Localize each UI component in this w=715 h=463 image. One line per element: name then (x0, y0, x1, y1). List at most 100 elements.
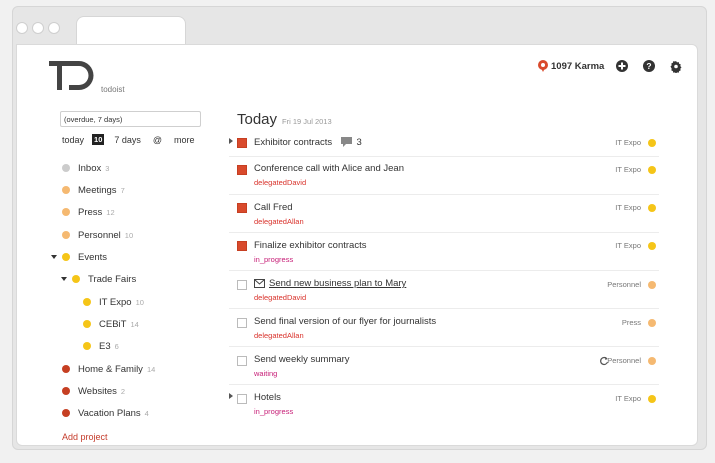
close-window-dot[interactable] (16, 22, 28, 34)
labels-at-link[interactable]: @ (153, 135, 162, 145)
task-project-name[interactable]: IT Expo (615, 138, 641, 147)
project-name: Inbox (78, 162, 102, 174)
project-item-personnel[interactable]: Personnel 10 (62, 228, 133, 242)
task-checkbox[interactable] (237, 203, 247, 213)
task-label[interactable]: delegatedAllan (254, 217, 304, 226)
svg-text:?: ? (646, 61, 651, 71)
collapse-arrow-icon[interactable] (61, 277, 67, 281)
task-project-name[interactable]: Personnel (607, 356, 641, 365)
project-name: IT Expo (99, 296, 132, 308)
task-label[interactable]: delegatedDavid (254, 293, 306, 302)
project-item-it-expo[interactable]: IT Expo 10 (83, 295, 144, 309)
task-content[interactable]: Send final version of our flyer for jour… (254, 316, 436, 327)
task-row[interactable]: Hotels in_progress IT Expo (229, 385, 659, 421)
task-content[interactable]: Send new business plan to Mary (254, 278, 406, 289)
task-row[interactable]: Finalize exhibitor contracts in_progress… (229, 233, 659, 271)
todoist-logo-icon (49, 61, 94, 90)
project-item-home-family[interactable]: Home & Family 14 (62, 362, 155, 376)
task-project-dot (648, 357, 656, 365)
project-item-cebit[interactable]: CEBiT 14 (83, 317, 139, 331)
task-project-name[interactable]: Personnel (607, 280, 641, 289)
task-checkbox[interactable] (237, 318, 247, 328)
seven-days-link[interactable]: 7 days (114, 135, 141, 145)
task-label[interactable]: delegatedDavid (254, 178, 306, 187)
project-item-websites[interactable]: Websites 2 (62, 384, 125, 398)
task-content[interactable]: Send weekly summary (254, 354, 350, 365)
project-name: Trade Fairs (88, 273, 137, 285)
task-checkbox[interactable] (237, 356, 247, 366)
task-content[interactable]: Call Fred (254, 202, 293, 213)
task-project-name[interactable]: IT Expo (615, 165, 641, 174)
project-name: Events (78, 251, 108, 263)
comment-count: 3 (356, 137, 362, 148)
expand-arrow-icon[interactable] (229, 393, 233, 399)
task-content[interactable]: Finalize exhibitor contracts (254, 240, 366, 251)
task-content[interactable]: Conference call with Alice and Jean (254, 163, 404, 174)
today-link[interactable]: today (62, 135, 84, 145)
project-item-meetings[interactable]: Meetings 7 (62, 183, 125, 197)
browser-tab[interactable] (76, 16, 186, 46)
project-color-dot (62, 409, 70, 417)
task-row[interactable]: Exhibitor contracts 3 IT Expo (229, 131, 659, 157)
project-count: 10 (135, 297, 144, 307)
task-row[interactable]: Call Fred delegatedAllan IT Expo (229, 195, 659, 233)
project-count: 14 (130, 319, 139, 329)
app-window: todoist 1097 Karma ? today 10 7 days @ m… (16, 44, 698, 446)
task-row[interactable]: Send final version of our flyer for jour… (229, 309, 659, 347)
task-label[interactable]: in_progress (254, 407, 293, 416)
project-color-dot (62, 164, 70, 172)
window-controls (16, 22, 60, 34)
task-label[interactable]: waiting (254, 369, 277, 378)
settings-gear-icon[interactable] (670, 60, 682, 73)
karma-text: 1097 Karma (551, 60, 605, 72)
project-count: 14 (146, 364, 156, 374)
today-count-badge: 10 (92, 134, 105, 145)
add-project-link[interactable]: Add project (62, 432, 108, 442)
collapse-arrow-icon[interactable] (51, 255, 57, 259)
project-item-press[interactable]: Press 12 (62, 205, 115, 219)
project-item-inbox[interactable]: Inbox 3 (62, 161, 109, 175)
project-count: 2 (120, 386, 126, 396)
comment-icon[interactable] (340, 137, 352, 148)
project-item-trade-fairs[interactable]: Trade Fairs (72, 272, 136, 286)
task-label[interactable]: in_progress (254, 255, 293, 264)
task-row[interactable]: Send new business plan to Mary delegated… (229, 271, 659, 309)
task-project-name[interactable]: IT Expo (615, 203, 641, 212)
logo-text: todoist (101, 85, 125, 94)
add-icon[interactable] (616, 60, 628, 72)
task-checkbox[interactable] (237, 280, 247, 290)
task-project-name[interactable]: Press (622, 318, 641, 327)
project-name: Vacation Plans (78, 407, 141, 419)
task-checkbox[interactable] (237, 138, 247, 148)
project-item-e3[interactable]: E3 6 (83, 339, 119, 353)
expand-arrow-icon[interactable] (229, 138, 233, 144)
task-text[interactable]: Send new business plan to Mary (269, 278, 406, 289)
task-project-name[interactable]: IT Expo (615, 241, 641, 250)
minimize-window-dot[interactable] (32, 22, 44, 34)
task-checkbox[interactable] (237, 165, 247, 175)
karma-indicator[interactable]: 1097 Karma (538, 60, 604, 72)
page-title-text: Today (237, 111, 278, 128)
task-content[interactable]: Hotels (254, 392, 281, 403)
project-item-events[interactable]: Events (62, 250, 107, 264)
maximize-window-dot[interactable] (48, 22, 60, 34)
task-row[interactable]: Conference call with Alice and Jean dele… (229, 157, 659, 195)
help-icon[interactable]: ? (643, 60, 655, 72)
project-color-dot (62, 387, 70, 395)
task-project-dot (648, 395, 656, 403)
project-count: 7 (120, 185, 125, 195)
task-content[interactable]: Exhibitor contracts 3 (254, 137, 362, 148)
project-color-dot (62, 231, 70, 239)
task-row[interactable]: Send weekly summary waiting Personnel (229, 347, 659, 385)
task-checkbox[interactable] (237, 241, 247, 251)
more-link[interactable]: more (174, 135, 195, 145)
task-label[interactable]: delegatedAllan (254, 331, 304, 340)
project-color-dot (62, 365, 70, 373)
filter-input[interactable] (60, 111, 201, 127)
quick-nav: today 10 7 days @ more (62, 134, 202, 145)
project-color-dot (72, 275, 80, 283)
task-project-name[interactable]: IT Expo (615, 394, 641, 403)
task-checkbox[interactable] (237, 394, 247, 404)
project-item-vacation-plans[interactable]: Vacation Plans 4 (62, 406, 149, 420)
project-count: 12 (106, 207, 115, 217)
